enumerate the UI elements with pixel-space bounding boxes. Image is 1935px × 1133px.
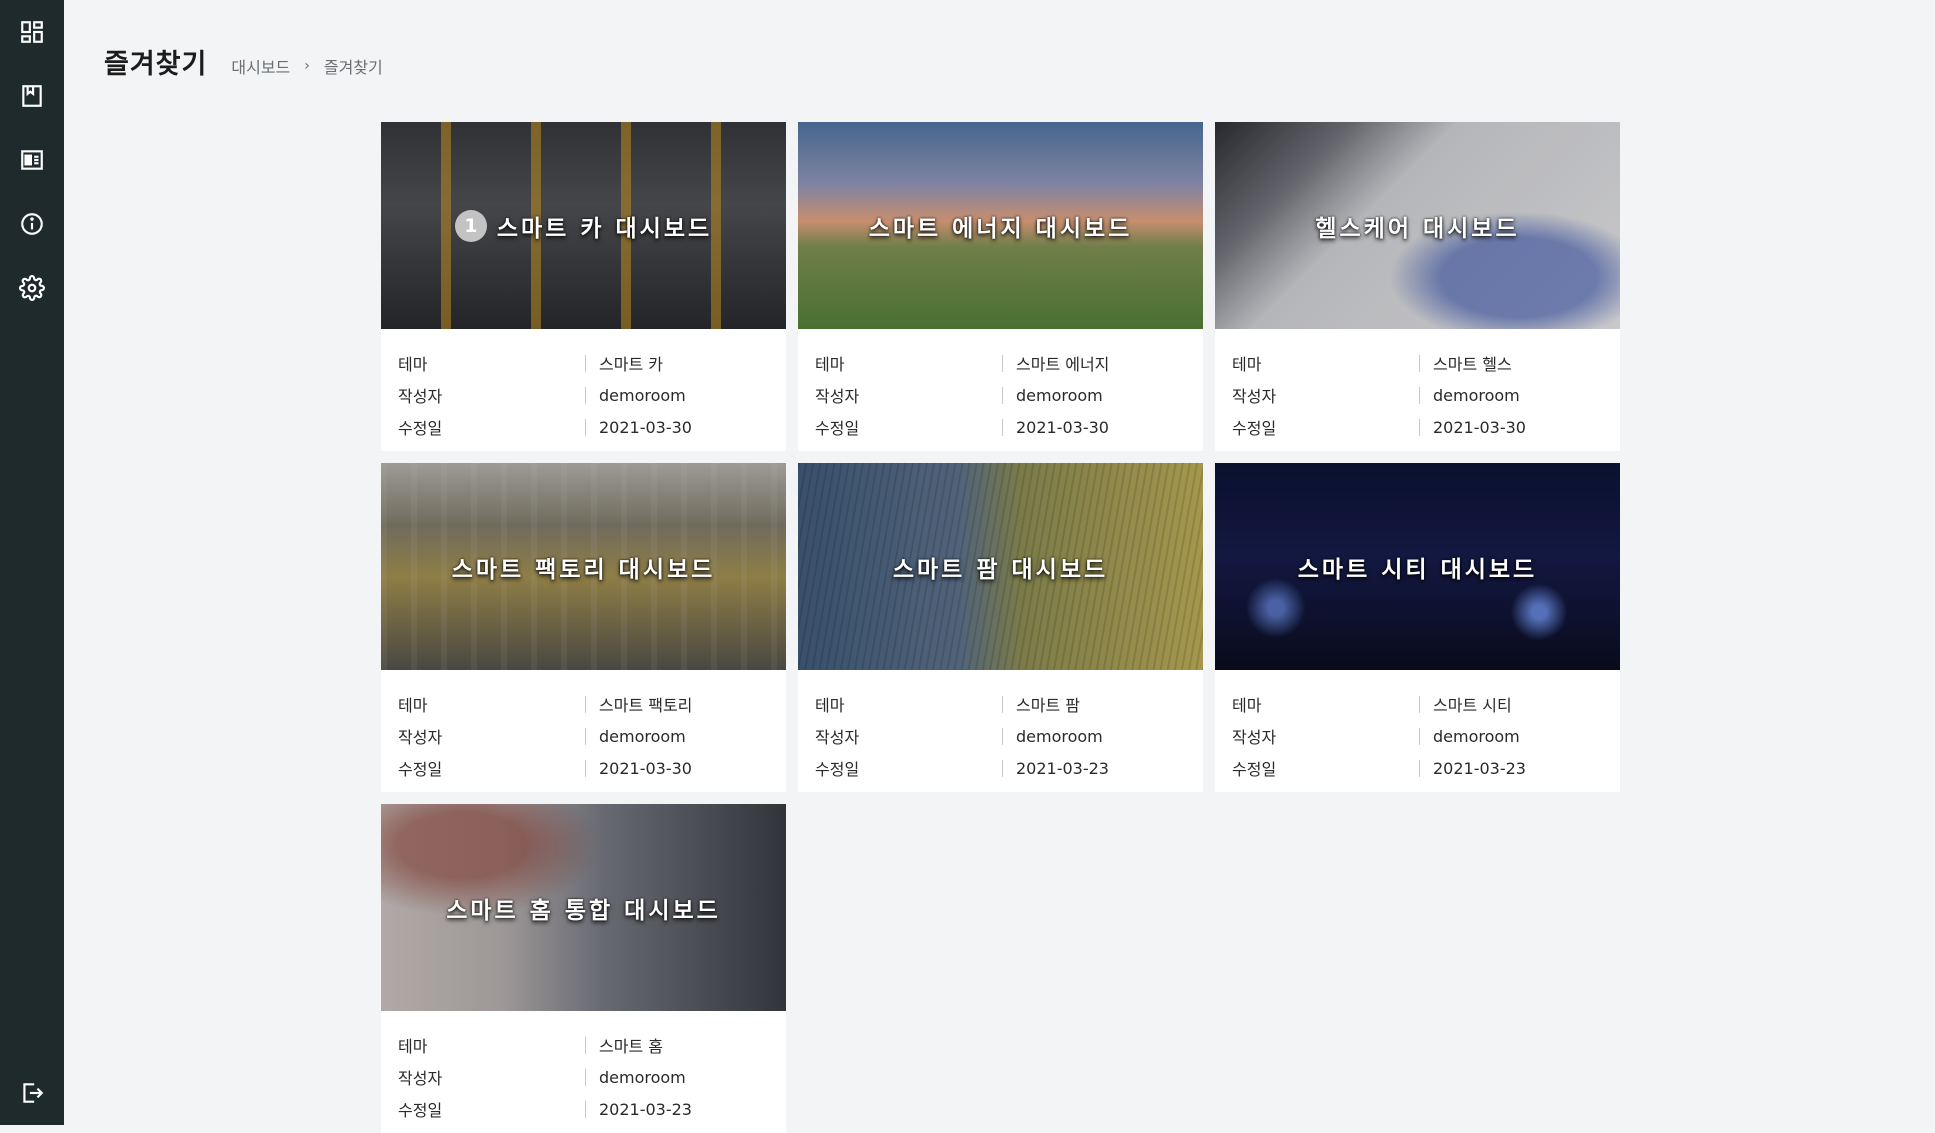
dashboard-card[interactable]: 스마트 팜 대시보드 테마 스마트 팜 작성자 demoroom 수정일 2021-0… [798,463,1203,792]
modified-label: 수정일 [1232,756,1419,780]
breadcrumb-item-dashboard[interactable]: 대시보드 [231,54,290,78]
card-meta: 테마 스마트 시티 작성자 demoroom 수정일 2021-03-23 [1215,670,1620,784]
logout-button[interactable] [0,1061,64,1125]
nav-favorites[interactable] [0,64,64,128]
dashboard-grid-icon [19,19,45,45]
author-label: 작성자 [815,383,1002,407]
card-meta: 테마 스마트 팩토리 작성자 demoroom 수정일 2021-03-30 [381,670,786,784]
card-thumbnail: 스마트 팜 대시보드 [798,463,1203,670]
card-meta: 테마 스마트 팜 작성자 demoroom 수정일 2021-03-23 [798,670,1203,784]
author-label: 작성자 [815,724,1002,748]
dashboard-list-icon [19,147,45,173]
theme-value: 스마트 팜 [1016,692,1186,716]
modified-value: 2021-03-23 [1433,759,1603,778]
theme-label: 테마 [815,692,1002,716]
modified-value: 2021-03-30 [1016,418,1186,437]
author-label: 작성자 [1232,724,1419,748]
theme-value: 스마트 홈 [599,1033,769,1057]
dashboard-card[interactable]: 스마트 시티 대시보드 테마 스마트 시티 작성자 demoroom 수정일 2021… [1215,463,1620,792]
dashboard-card[interactable]: 스마트 홈 통합 대시보드 테마 스마트 홈 작성자 demoroom 수정일 202… [381,804,786,1133]
theme-label: 테마 [398,351,585,375]
card-meta: 테마 스마트 홈 작성자 demoroom 수정일 2021-03-23 [381,1011,786,1125]
modified-label: 수정일 [1232,415,1419,439]
card-thumbnail: 스마트 홈 통합 대시보드 [381,804,786,1011]
theme-value: 스마트 카 [599,351,769,375]
card-title: 스마트 홈 통합 대시보드 [446,891,721,925]
dashboard-card[interactable]: 1 스마트 카 대시보드 테마 스마트 카 작성자 demoroom 수정일 2021… [381,122,786,451]
nav-info[interactable] [0,192,64,256]
breadcrumb: 대시보드 › 즐겨찾기 [231,54,382,78]
card-title: 스마트 에너지 대시보드 [869,209,1133,243]
nav-settings[interactable] [0,256,64,320]
author-label: 작성자 [398,724,585,748]
card-meta: 테마 스마트 헬스 작성자 demoroom 수정일 2021-03-30 [1215,329,1620,443]
card-thumbnail: 스마트 시티 대시보드 [1215,463,1620,670]
gear-icon [19,275,45,301]
theme-label: 테마 [815,351,1002,375]
card-thumbnail: 스마트 팩토리 대시보드 [381,463,786,670]
card-thumbnail: 스마트 에너지 대시보드 [798,122,1203,329]
theme-value: 스마트 헬스 [1433,351,1603,375]
modified-value: 2021-03-30 [1433,418,1603,437]
modified-label: 수정일 [815,415,1002,439]
theme-label: 테마 [398,1033,585,1057]
author-value: demoroom [1016,386,1186,405]
card-title: 스마트 카 대시보드 [497,209,712,243]
theme-label: 테마 [1232,692,1419,716]
modified-value: 2021-03-30 [599,759,769,778]
dashboard-card[interactable]: 헬스케어 대시보드 테마 스마트 헬스 작성자 demoroom 수정일 2021-0… [1215,122,1620,451]
page-header: 즐겨찾기 대시보드 › 즐겨찾기 [104,42,383,81]
theme-value: 스마트 에너지 [1016,351,1186,375]
sidebar [0,0,64,1125]
card-meta: 테마 스마트 카 작성자 demoroom 수정일 2021-03-30 [381,329,786,443]
modified-value: 2021-03-30 [599,418,769,437]
nav-dashboard[interactable] [0,0,64,64]
page-title: 즐겨찾기 [104,42,207,81]
author-value: demoroom [1433,386,1603,405]
theme-label: 테마 [398,692,585,716]
modified-value: 2021-03-23 [1016,759,1186,778]
dashboard-card-grid: 1 스마트 카 대시보드 테마 스마트 카 작성자 demoroom 수정일 2021… [381,122,1621,1133]
modified-label: 수정일 [815,756,1002,780]
modified-value: 2021-03-23 [599,1100,769,1119]
author-label: 작성자 [398,1065,585,1089]
logout-icon [19,1080,45,1106]
dashboard-card[interactable]: 스마트 팩토리 대시보드 테마 스마트 팩토리 작성자 demoroom 수정일 20… [381,463,786,792]
card-thumbnail: 헬스케어 대시보드 [1215,122,1620,329]
author-value: demoroom [599,727,769,746]
dashboard-card[interactable]: 스마트 에너지 대시보드 테마 스마트 에너지 작성자 demoroom 수정일 20… [798,122,1203,451]
card-title: 헬스케어 대시보드 [1315,209,1519,243]
theme-label: 테마 [1232,351,1419,375]
modified-label: 수정일 [398,756,585,780]
modified-label: 수정일 [398,415,585,439]
author-value: demoroom [1433,727,1603,746]
author-label: 작성자 [1232,383,1419,407]
main-content: 즐겨찾기 대시보드 › 즐겨찾기 1 스마트 카 대시보드 테마 스마트 카 작성… [64,0,1935,1125]
author-value: demoroom [1016,727,1186,746]
nav-dashboard-list[interactable] [0,128,64,192]
author-value: demoroom [599,386,769,405]
bookmark-icon [19,83,45,109]
theme-value: 스마트 팩토리 [599,692,769,716]
card-meta: 테마 스마트 에너지 작성자 demoroom 수정일 2021-03-30 [798,329,1203,443]
theme-value: 스마트 시티 [1433,692,1603,716]
breadcrumb-item-favorites: 즐겨찾기 [324,54,383,78]
rank-badge: 1 [455,210,487,242]
modified-label: 수정일 [398,1097,585,1121]
card-title: 스마트 팩토리 대시보드 [452,550,716,584]
card-title: 스마트 시티 대시보드 [1298,550,1537,584]
info-icon [19,211,45,237]
chevron-right-icon: › [304,58,310,74]
card-title: 스마트 팜 대시보드 [893,550,1108,584]
author-value: demoroom [599,1068,769,1087]
author-label: 작성자 [398,383,585,407]
card-thumbnail: 1 스마트 카 대시보드 [381,122,786,329]
